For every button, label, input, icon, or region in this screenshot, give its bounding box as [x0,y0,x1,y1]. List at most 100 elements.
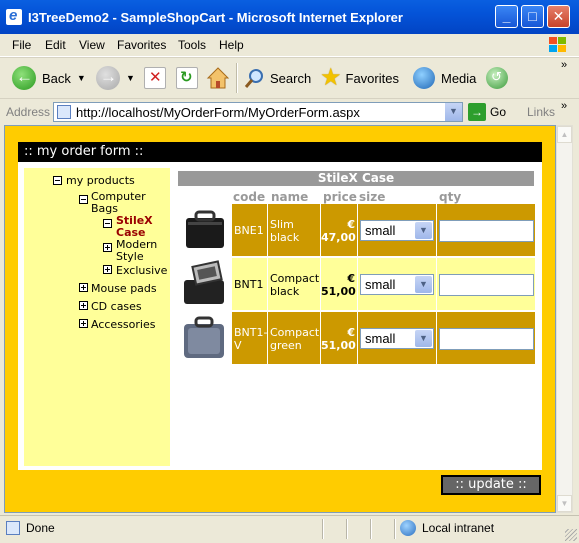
go-arrow-icon: → [468,103,486,121]
tree-node-stilex-case[interactable]: StileX Case [116,215,166,239]
tree-node-mouse-pads[interactable]: Mouse pads [91,283,157,295]
address-dropdown-icon[interactable] [445,103,462,121]
stop-icon: ✕ [144,67,166,89]
resize-grip-icon[interactable] [565,529,577,541]
row2-name: Compact black [268,258,320,310]
media-button[interactable]: Media [413,65,476,91]
row1-qty-input[interactable] [439,220,534,242]
menu-help[interactable]: Help [219,38,244,52]
status-text: Done [26,521,55,535]
row1-size-select[interactable]: small [360,220,434,241]
menu-edit[interactable]: Edit [45,38,66,52]
address-bar: Address http://localhost/MyOrderForm/MyO… [0,98,579,125]
address-url: http://localhost/MyOrderForm/MyOrderForm… [76,105,360,120]
forward-button[interactable]: ▼ [96,65,135,91]
back-label: Back [42,70,71,86]
column-header-size: size [359,190,386,204]
ie-app-icon [6,7,22,25]
toolbar: Back ▼ ▼ ✕ ↻ Search ★ Favorites Media ↺ … [0,57,579,98]
menu-bar: File Edit View Favorites Tools Help [0,34,579,57]
zone-label: Local intranet [422,521,495,535]
media-label: Media [441,70,477,86]
order-form-title: :: my order form :: [24,144,144,159]
expand-icon[interactable] [79,301,88,310]
column-header-qty: qty [439,190,462,204]
tree-node-computer-bags[interactable]: Computer Bags [91,191,151,215]
toolbar-overflow-chevron-icon[interactable]: » [561,59,567,71]
address-input[interactable]: http://localhost/MyOrderForm/MyOrderForm… [53,102,463,122]
row1-name: Slim black [268,204,320,256]
row3-qty-input[interactable] [439,328,534,350]
back-button[interactable]: Back ▼ [12,65,86,91]
history-icon: ↺ [486,67,508,89]
menu-view[interactable]: View [79,38,105,52]
refresh-button[interactable]: ↻ [176,65,198,91]
expand-icon[interactable] [79,319,88,328]
vertical-scrollbar[interactable]: ▲ ▼ [556,125,573,513]
row2-price-currency: € [347,272,355,285]
tree-node-accessories[interactable]: Accessories [91,319,155,331]
row2-price-cell: €51,00 [321,258,357,310]
column-header-price: price [323,190,357,204]
intranet-globe-icon [400,520,416,536]
minimize-button[interactable]: _ [495,5,518,28]
toolbar-separator [236,63,238,93]
home-icon [206,67,230,89]
scroll-up-icon[interactable]: ▲ [557,126,572,143]
refresh-icon: ↻ [176,67,198,89]
scroll-down-icon[interactable]: ▼ [557,495,572,512]
tree-node-my-products[interactable]: my products [66,175,135,187]
row3-size-value: small [365,331,396,346]
row2-size-value: small [365,277,396,292]
column-header-name: name [271,190,309,204]
favorites-star-icon: ★ [320,64,342,91]
row3-price-cell: €51,00 [321,312,357,364]
go-button[interactable]: → Go [468,102,506,122]
close-button[interactable]: ✕ [547,5,570,28]
row2-size-select[interactable]: small [360,274,434,295]
page-status-icon [6,521,20,535]
collapse-icon[interactable] [79,195,88,204]
update-button[interactable]: :: update :: [441,475,541,495]
menu-file[interactable]: File [12,38,31,52]
links-overflow-chevron-icon[interactable]: » [561,100,567,112]
search-label: Search [270,70,312,86]
expand-icon[interactable] [79,283,88,292]
expand-icon[interactable] [103,265,112,274]
tree-node-exclusive[interactable]: Exclusive [116,265,167,277]
home-button[interactable] [206,65,230,91]
links-label[interactable]: Links [527,105,555,119]
row1-price-cell: €47,00 [321,204,357,256]
maximize-icon: □ [528,8,537,24]
title-bar: I3TreeDemo2 - SampleShopCart - Microsoft… [0,0,579,34]
close-icon: ✕ [552,8,565,24]
search-button[interactable]: Search [244,65,311,91]
tree-node-cd-cases[interactable]: CD cases [91,301,142,313]
row1-size-value: small [365,223,396,238]
product-image-slim-black [186,210,224,248]
go-label: Go [490,105,507,119]
forward-dropdown-icon[interactable]: ▼ [126,73,135,83]
menu-tools[interactable]: Tools [178,38,206,52]
row2-qty-input[interactable] [439,274,534,296]
menu-favorites[interactable]: Favorites [117,38,166,52]
column-header-code: code [233,190,266,204]
row3-size-select[interactable]: small [360,328,434,349]
status-divider [346,519,348,539]
minimize-icon: _ [502,8,511,24]
row1-price: 47,00 [321,231,356,244]
stop-button[interactable]: ✕ [144,65,166,91]
favorites-button[interactable]: ★ Favorites [320,65,399,91]
page-icon [57,105,71,119]
status-divider [322,519,324,539]
maximize-button[interactable]: □ [521,5,544,28]
history-button[interactable]: ↺ [486,65,508,91]
collapse-icon[interactable] [53,176,62,185]
search-icon [244,69,263,88]
address-label: Address [6,105,51,119]
collapse-icon[interactable] [103,219,112,228]
back-dropdown-icon[interactable]: ▼ [77,73,86,83]
status-divider [394,519,396,539]
expand-icon[interactable] [103,243,112,252]
tree-node-modern-style[interactable]: Modern Style [116,239,166,263]
